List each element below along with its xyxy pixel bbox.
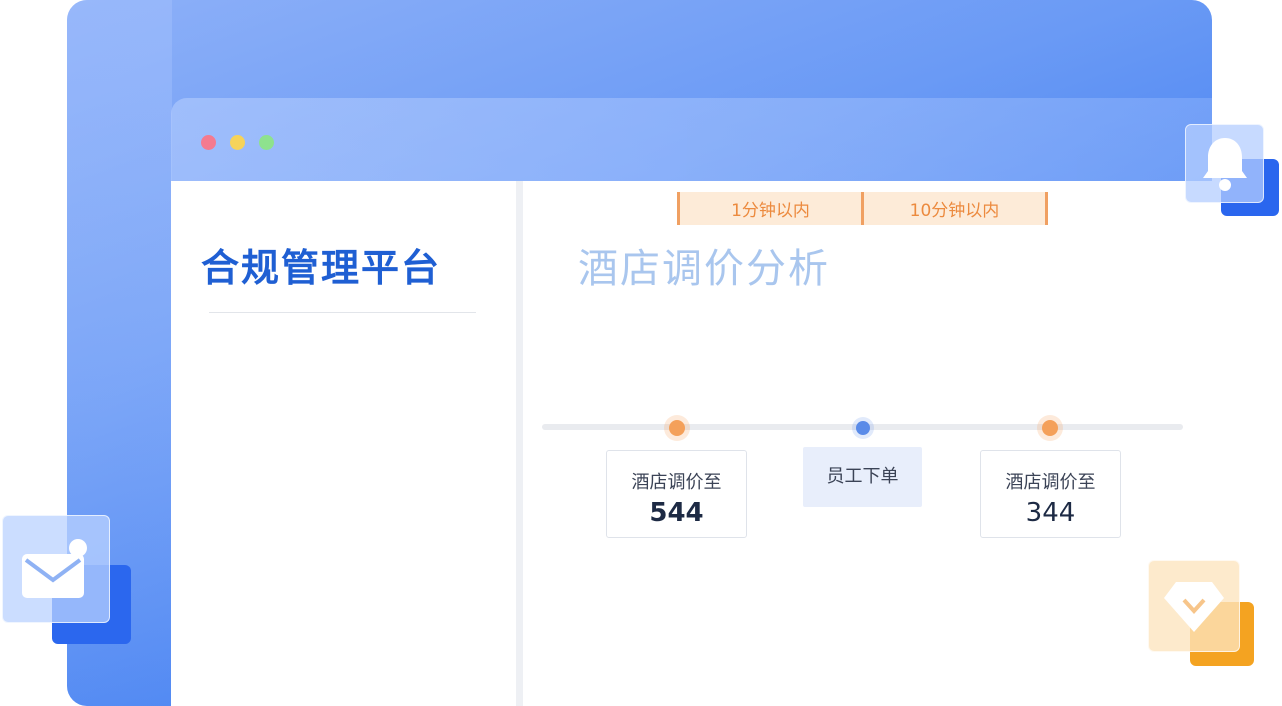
timeline-node-1	[669, 420, 685, 436]
mail-icon	[22, 539, 87, 598]
panel-splitter[interactable]	[516, 181, 523, 706]
timeline-node-3	[1042, 420, 1058, 436]
interval-label-2: 10分钟以内	[861, 192, 1048, 225]
maximize-dot-icon[interactable]	[259, 135, 274, 150]
minimize-dot-icon[interactable]	[230, 135, 245, 150]
event-card-3[interactable]: 酒店调价至 344	[980, 450, 1121, 538]
timeline-node-2	[856, 421, 870, 435]
bell-icon	[1202, 137, 1247, 191]
mail-badge	[0, 515, 134, 645]
main-content: 酒店调价分析	[523, 181, 1212, 706]
diamond-badge	[1148, 560, 1258, 670]
interval-label-1: 1分钟以内	[677, 192, 861, 225]
sidebar-divider	[209, 312, 476, 313]
sidebar-title: 合规管理平台	[201, 246, 442, 290]
sidebar: 合规管理平台	[171, 181, 516, 706]
event-value: 344	[1025, 498, 1076, 528]
window-titlebar	[171, 98, 1212, 181]
app-window: 合规管理平台 酒店调价分析	[171, 98, 1212, 706]
event-label: 酒店调价至	[631, 472, 722, 493]
event-card-2[interactable]: 员工下单	[803, 447, 922, 507]
notification-badge	[1185, 124, 1281, 218]
page-title: 酒店调价分析	[578, 246, 830, 292]
event-card-1[interactable]: 酒店调价至 544	[606, 450, 747, 538]
diamond-icon	[1164, 582, 1224, 632]
close-dot-icon[interactable]	[201, 135, 216, 150]
event-label: 酒店调价至	[1005, 472, 1096, 493]
event-value: 544	[649, 498, 704, 528]
